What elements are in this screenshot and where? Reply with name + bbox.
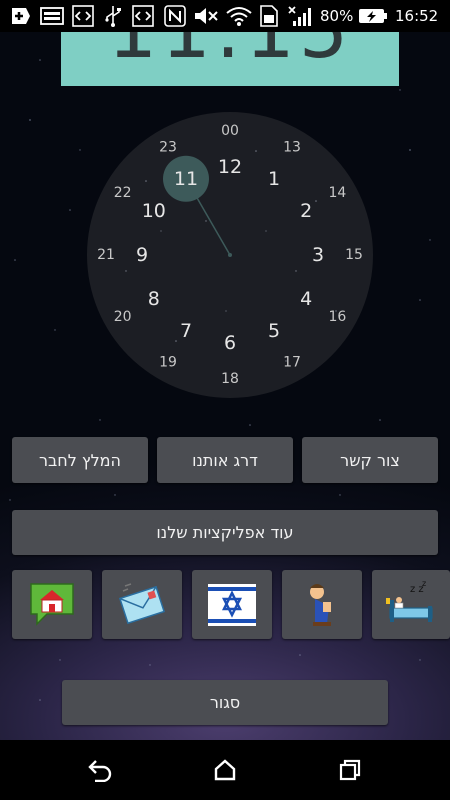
dial-hour-10[interactable]: 10: [142, 200, 166, 222]
battery-percent: 80%: [320, 7, 354, 25]
time-display: 11:15: [61, 32, 399, 76]
usb-icon: [104, 6, 122, 27]
svg-text:z: z: [422, 579, 426, 588]
dial-hour-15[interactable]: 15: [345, 247, 363, 263]
app-tile-sleep[interactable]: z z z: [372, 570, 450, 639]
star-of-david-icon: [208, 583, 256, 626]
dial-hour-11[interactable]: 11: [174, 168, 198, 190]
praying-person-icon: [310, 583, 331, 626]
app-tile-home[interactable]: [12, 570, 92, 639]
home-button[interactable]: [210, 755, 240, 785]
dial-hour-13[interactable]: 13: [283, 140, 301, 156]
app-tile-israel[interactable]: [192, 570, 272, 639]
dial-center-dot: [228, 253, 232, 257]
contact-button[interactable]: צור קשר: [302, 437, 438, 483]
no-signal-icon: [287, 6, 313, 26]
recent-apps-button[interactable]: [335, 755, 365, 785]
dial-hour-4[interactable]: 4: [300, 288, 312, 310]
image-icon: [40, 6, 64, 26]
recommend-button[interactable]: המלץ לחבר: [12, 437, 148, 483]
dial-hour-1[interactable]: 1: [268, 168, 280, 190]
status-clock: 16:52: [395, 7, 439, 25]
code-icon: [132, 5, 154, 27]
close-button[interactable]: סגור: [62, 680, 388, 725]
dial-hour-5[interactable]: 5: [268, 320, 280, 342]
hour-picker-dial[interactable]: 123456789101112131415161718192021222300: [86, 111, 374, 399]
sleeping-bed-icon: z z z: [386, 579, 433, 622]
app-tile-prayer[interactable]: [282, 570, 362, 639]
battery-charging-icon: [358, 6, 388, 26]
dial-hour-17[interactable]: 17: [283, 354, 301, 370]
sim-icon: [259, 5, 279, 27]
dial-hour-20[interactable]: 20: [114, 309, 132, 325]
more-apps-button[interactable]: עוד אפליקציות שלנו: [12, 510, 438, 555]
dial-hour-9[interactable]: 9: [136, 244, 148, 266]
letter-mail-icon: [118, 582, 166, 624]
dial-hour-19[interactable]: 19: [159, 354, 177, 370]
app-screen: 11:15 1234567891011121314151617181920212…: [0, 0, 450, 740]
home-chat-icon: [30, 582, 74, 626]
dial-hour-6[interactable]: 6: [224, 332, 236, 354]
back-icon: [88, 760, 112, 782]
dial-hour-16[interactable]: 16: [328, 309, 346, 325]
dial-hour-22[interactable]: 22: [114, 185, 132, 201]
dial-hour-7[interactable]: 7: [180, 320, 192, 342]
mute-icon: [193, 6, 219, 26]
back-button[interactable]: [85, 755, 115, 785]
navigation-bar: [0, 740, 450, 800]
add-notification-icon: [8, 6, 30, 26]
dial-hour-23[interactable]: 23: [159, 140, 177, 156]
dial-hour-00[interactable]: 00: [221, 123, 239, 139]
time-banner: 11:15: [61, 32, 399, 86]
dial-hour-3[interactable]: 3: [312, 244, 324, 266]
dial-hour-18[interactable]: 18: [221, 371, 239, 387]
status-bar: 80% 16:52: [0, 0, 450, 32]
nfc-icon: [164, 5, 186, 27]
recent-apps-icon: [339, 759, 361, 781]
dial-hour-12[interactable]: 12: [218, 156, 242, 178]
wifi-icon: [226, 6, 252, 26]
dial-hour-8[interactable]: 8: [148, 288, 160, 310]
dial-hour-2[interactable]: 2: [300, 200, 312, 222]
dial-hour-14[interactable]: 14: [328, 185, 346, 201]
home-icon: [214, 759, 236, 781]
dial-hour-21[interactable]: 21: [97, 247, 115, 263]
rate-button[interactable]: דרג אותנו: [157, 437, 293, 483]
app-tile-mail[interactable]: [102, 570, 182, 639]
code-icon: [72, 5, 94, 27]
